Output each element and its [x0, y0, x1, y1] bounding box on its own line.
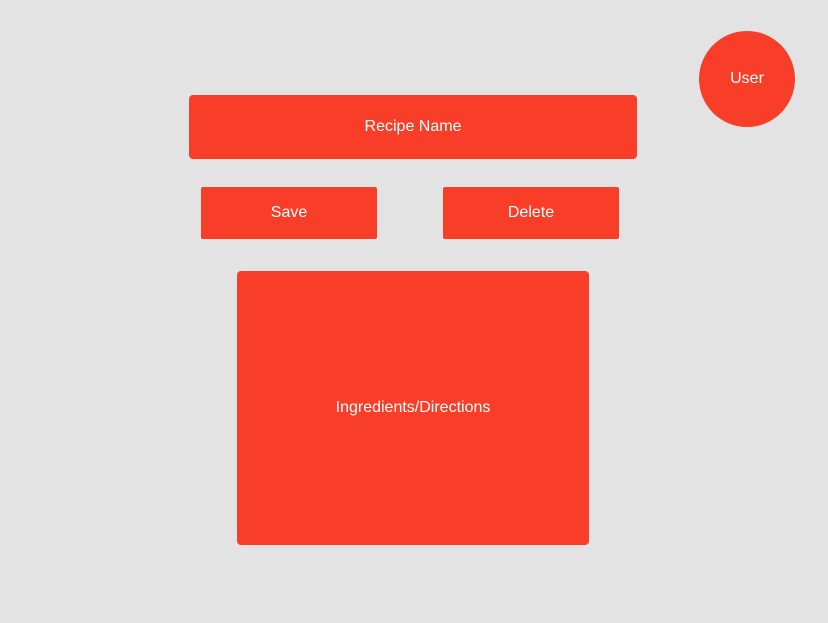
- save-button[interactable]: Save: [201, 187, 377, 239]
- user-label: User: [730, 70, 764, 87]
- delete-label: Delete: [507, 204, 555, 221]
- recipe-name-field[interactable]: Recipe Name: [189, 95, 637, 159]
- recipe-name-label: Recipe Name: [364, 118, 462, 135]
- ingredients-directions-label: Ingredients/Directions: [335, 399, 491, 416]
- ingredients-directions-area[interactable]: Ingredients/Directions: [237, 271, 589, 545]
- delete-button[interactable]: Delete: [443, 187, 619, 239]
- user-avatar-button[interactable]: User: [699, 31, 795, 127]
- save-label: Save: [270, 204, 308, 221]
